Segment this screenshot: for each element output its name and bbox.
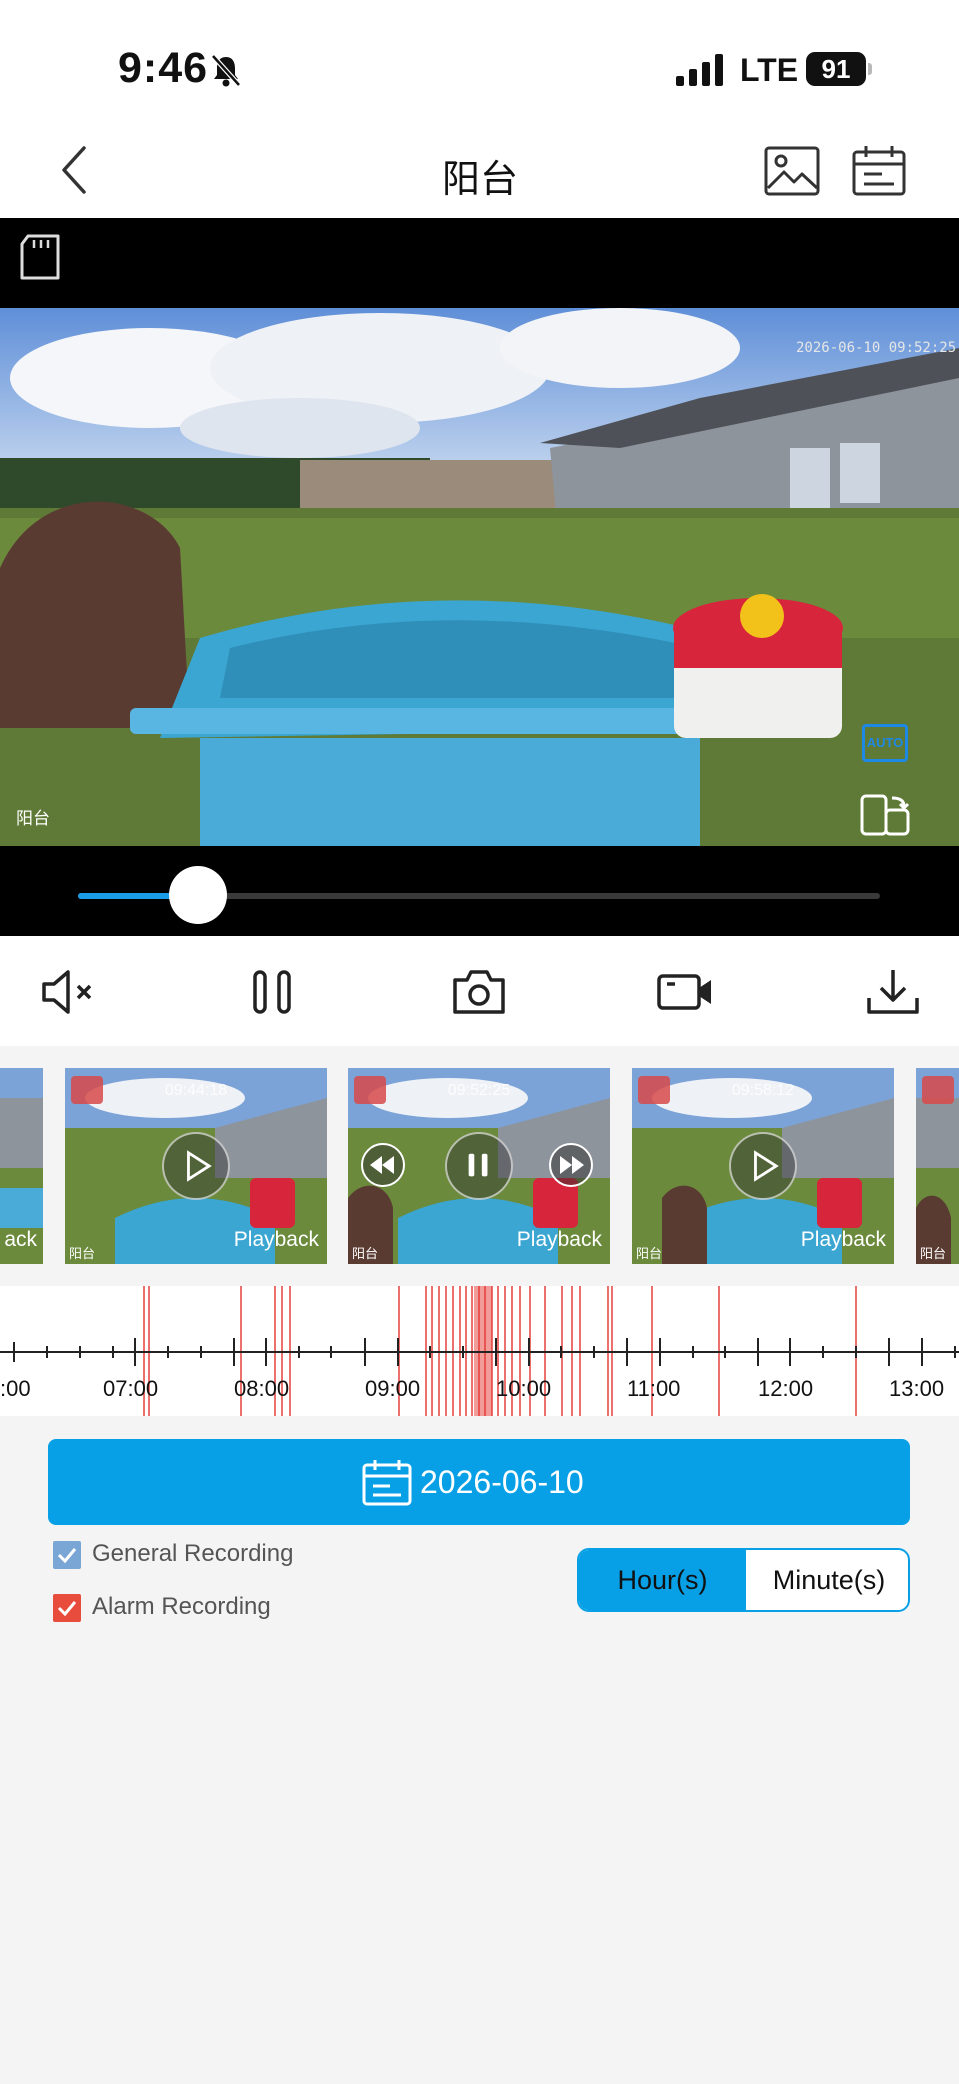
silent-bell-icon <box>211 54 241 87</box>
mute-icon[interactable] <box>40 966 96 1018</box>
clip-caption: ack <box>4 1228 37 1251</box>
pause-clip-icon[interactable] <box>445 1132 513 1200</box>
timeline-label: 13:00 <box>889 1376 945 1401</box>
seek-thumb[interactable] <box>169 866 228 924</box>
clip-caption: Playback <box>800 1228 886 1251</box>
calendar-icon[interactable] <box>852 144 906 196</box>
download-icon[interactable] <box>865 966 921 1018</box>
alarm-badge-icon <box>922 1076 954 1104</box>
clip-thumbnail[interactable]: 09:44:18 Playback 阳台 <box>65 1068 327 1264</box>
clip-thumbnail[interactable]: 阳台 <box>916 1068 959 1264</box>
general-recording-checkbox[interactable] <box>53 1541 81 1569</box>
clip-location: 阳台 <box>920 1246 947 1261</box>
clock: 9:46 <box>118 44 209 92</box>
clip-time: 09:44:18 <box>164 1082 228 1099</box>
clip-thumbnail-active[interactable]: 09:52:25 Playback 阳台 <box>348 1068 610 1264</box>
general-recording-label: General Recording <box>92 1540 294 1567</box>
auto-mode-button[interactable]: AUTO <box>862 724 908 762</box>
checkmark-icon <box>57 1601 77 1617</box>
timeline-label: 10:00 <box>496 1376 552 1401</box>
battery-level: 91 <box>806 52 866 86</box>
timeline-label: :00 <box>0 1376 31 1401</box>
clip-time: 09:52:25 <box>447 1082 511 1099</box>
camera-label: 阳台 <box>16 809 50 828</box>
date-label: 2026-06-10 <box>420 1464 584 1500</box>
time-scale-toggle: Hour(s) Minute(s) <box>577 1548 910 1612</box>
timeline-label: 11:00 <box>627 1376 681 1401</box>
pause-icon[interactable] <box>245 966 301 1018</box>
battery-icon: 91 <box>806 52 872 86</box>
sd-card-icon <box>20 234 60 280</box>
signal-icon <box>676 54 723 86</box>
video-timestamp: 2026-06-10 09:52:25 <box>796 340 957 356</box>
calendar-icon <box>362 1460 412 1506</box>
alarm-recording-label: Alarm Recording <box>92 1593 271 1620</box>
clip-caption: Playback <box>233 1228 319 1251</box>
clip-time: 09:58:12 <box>731 1082 795 1099</box>
checkmark-icon <box>57 1548 77 1564</box>
snapshot-icon[interactable] <box>451 966 507 1018</box>
hours-option[interactable]: Hour(s) <box>579 1550 746 1610</box>
timeline-label: 09:00 <box>365 1376 421 1401</box>
clip-thumbnail[interactable]: 09:58:12 Playback 阳台 <box>632 1068 894 1264</box>
rotate-screen-icon[interactable] <box>860 794 910 836</box>
clip-location: 阳台 <box>636 1246 663 1261</box>
fast-forward-icon[interactable] <box>548 1142 594 1188</box>
clip-caption: Playback <box>516 1228 602 1251</box>
play-icon[interactable] <box>729 1132 797 1200</box>
record-icon[interactable] <box>657 966 713 1018</box>
network-type: LTE <box>740 52 799 88</box>
timeline-label: 07:00 <box>103 1376 159 1401</box>
clip-thumbnail[interactable]: ack <box>0 1068 43 1264</box>
timeline-label: 12:00 <box>758 1376 814 1401</box>
alarm-recording-checkbox[interactable] <box>53 1594 81 1622</box>
play-icon[interactable] <box>162 1132 230 1200</box>
clip-location: 阳台 <box>69 1246 96 1261</box>
chevron-left-icon[interactable] <box>56 142 92 198</box>
clip-location: 阳台 <box>352 1246 379 1261</box>
video-frame-image <box>0 308 959 846</box>
timeline-label: 08:00 <box>234 1376 290 1401</box>
image-icon[interactable] <box>764 146 820 196</box>
minutes-option[interactable]: Minute(s) <box>746 1550 908 1610</box>
rewind-icon[interactable] <box>360 1142 406 1188</box>
page-title: 阳台 <box>441 159 518 201</box>
